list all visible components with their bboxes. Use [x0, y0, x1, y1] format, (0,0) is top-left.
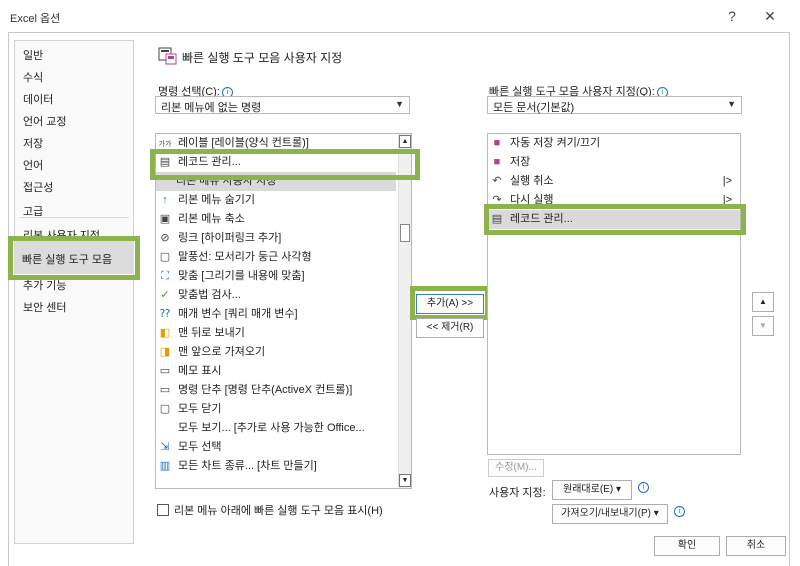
scroll-down-icon: ▼	[399, 474, 411, 487]
highlight-record-manage	[150, 149, 420, 180]
save-icon: ■	[493, 156, 501, 168]
info-icon: i	[672, 505, 685, 517]
spelling-icon: ✓	[160, 289, 170, 301]
options-nav: 일반 수식 데이터 언어 교정 저장 언어 접근성 고급 리본 사용자 지정 추…	[14, 40, 134, 544]
list-item[interactable]: ◧ 맨 뒤로 보내기	[158, 324, 245, 343]
quick-access-toolbar-icon	[158, 45, 178, 65]
import-export-dropdown-button[interactable]: 가져오기/내보내기(P) ▾	[552, 504, 668, 524]
nav-item-general[interactable]: 일반	[23, 47, 43, 63]
ribbon-collapse-icon: ▣	[159, 213, 171, 225]
nav-item-data[interactable]: 데이터	[23, 91, 53, 107]
list-item[interactable]: ▢ 말풍선: 모서리가 둥근 사각형	[158, 248, 312, 267]
list-item[interactable]: 모두 보기... [추가로 사용 가능한 Office...	[158, 419, 365, 438]
close-all-icon: ▢	[159, 403, 171, 415]
remove-button[interactable]: << 제거(R)	[416, 318, 484, 338]
chart-types-icon: ▥	[159, 460, 171, 472]
page-title: 빠른 실행 도구 모음 사용자 지정	[182, 51, 343, 65]
chevron-down-icon: ▼	[395, 99, 404, 109]
list-item[interactable]: ⁇ 매개 변수 [쿼리 매개 변수]	[158, 305, 298, 324]
list-item[interactable]: ▣ 리본 메뉴 축소	[158, 210, 245, 229]
toolbar-items-list[interactable]: ■ 자동 저장 켜기/끄기 ■ 저장 ↶ 실행 취소 |> ↷ 다시 실행 |> ▤ 레코드 …	[487, 133, 741, 455]
customize-toolbar-dropdown[interactable]: 모든 문서(기본값) ▼	[487, 96, 742, 114]
ok-button[interactable]: 확인	[654, 536, 720, 556]
list-item[interactable]: ▭ 명령 단추 [명령 단추(ActiveX 컨트롤)]	[158, 381, 352, 400]
bring-to-front-icon: ◨	[159, 346, 171, 358]
callout-icon: ▢	[159, 251, 171, 263]
help-button[interactable]: ?	[720, 6, 744, 26]
parameter-icon: ⁇	[159, 308, 171, 320]
command-button-icon: ▭	[159, 384, 171, 396]
fit-drawing-icon: ⛶	[161, 270, 169, 282]
nav-divider	[19, 217, 129, 218]
move-up-button[interactable]: ▲	[752, 292, 774, 312]
nav-item-accessibility[interactable]: 접근성	[23, 179, 53, 195]
list-item[interactable]: ◨ 맨 앞으로 가져오기	[158, 343, 265, 362]
undo-icon: ↶	[492, 175, 502, 187]
nav-item-language[interactable]: 언어	[23, 157, 43, 173]
scroll-up-icon: ▲	[399, 135, 411, 148]
reset-dropdown-button[interactable]: 원래대로(E) ▾	[552, 480, 632, 500]
list-item[interactable]: ✓ 맞춤법 검사...	[158, 286, 240, 305]
nav-item-formulas[interactable]: 수식	[23, 69, 43, 85]
checkbox	[157, 504, 169, 516]
list-item[interactable]: ▭ 메모 표시	[158, 362, 222, 381]
choose-commands-dropdown[interactable]: 리본 메뉴에 없는 명령 ▼	[155, 96, 410, 114]
send-to-back-icon: ◧	[159, 327, 171, 339]
commands-list[interactable]: 가가 레이블 [레이블(양식 컨트롤)] ▤ 레코드 관리... 리본 메뉴 사용자…	[155, 133, 412, 489]
list-item[interactable]: ⛶ 맞춤 [그리기를 내용에 맞춤]	[158, 267, 304, 286]
select-all-icon: ⇲	[160, 441, 170, 453]
nav-item-save[interactable]: 저장	[23, 135, 43, 151]
close-button[interactable]: ✕	[758, 6, 782, 26]
list-item[interactable]: ■ 저장	[490, 153, 738, 172]
link-icon: ⊘	[160, 232, 170, 244]
list-item[interactable]: ⇲ 모두 선택	[158, 438, 221, 457]
ribbon-hide-icon: ↑	[162, 194, 168, 206]
submenu-arrow-icon: |>	[722, 175, 732, 187]
nav-item-proofing[interactable]: 언어 교정	[23, 113, 67, 129]
move-down-button[interactable]: ▼	[752, 316, 774, 336]
cancel-button[interactable]: 취소	[726, 536, 786, 556]
list-item[interactable]: ↑ 리본 메뉴 숨기기	[158, 191, 255, 210]
chevron-down-icon: ▼	[727, 99, 736, 109]
modify-button[interactable]: 수정(M)...	[488, 459, 544, 477]
nav-item-trust-center[interactable]: 보안 센터	[23, 299, 67, 315]
highlight-add-button	[410, 286, 490, 320]
save-icon: ■	[493, 137, 501, 149]
highlight-added-item	[484, 204, 746, 235]
customizations-label: 사용자 지정:	[489, 487, 546, 499]
highlight-nav-selected	[8, 236, 140, 280]
comment-icon: ▭	[159, 365, 171, 377]
list-item[interactable]: ⊘ 링크 [하이퍼링크 추가]	[158, 229, 281, 248]
window-title: Excel 옵션	[10, 13, 61, 25]
list-item[interactable]: ↶ 실행 취소 |>	[490, 172, 738, 191]
show-below-ribbon-option[interactable]: 리본 메뉴 아래에 빠른 실행 도구 모음 표시(H)	[157, 502, 383, 518]
list-item[interactable]: ▢ 모두 닫기	[158, 400, 222, 419]
info-icon: i	[636, 481, 649, 493]
scroll-thumb[interactable]	[400, 224, 410, 242]
list-item[interactable]: ■ 자동 저장 켜기/끄기	[490, 134, 738, 153]
list-item[interactable]: ▥ 모든 차트 종류... [차트 만들기]	[158, 457, 317, 476]
